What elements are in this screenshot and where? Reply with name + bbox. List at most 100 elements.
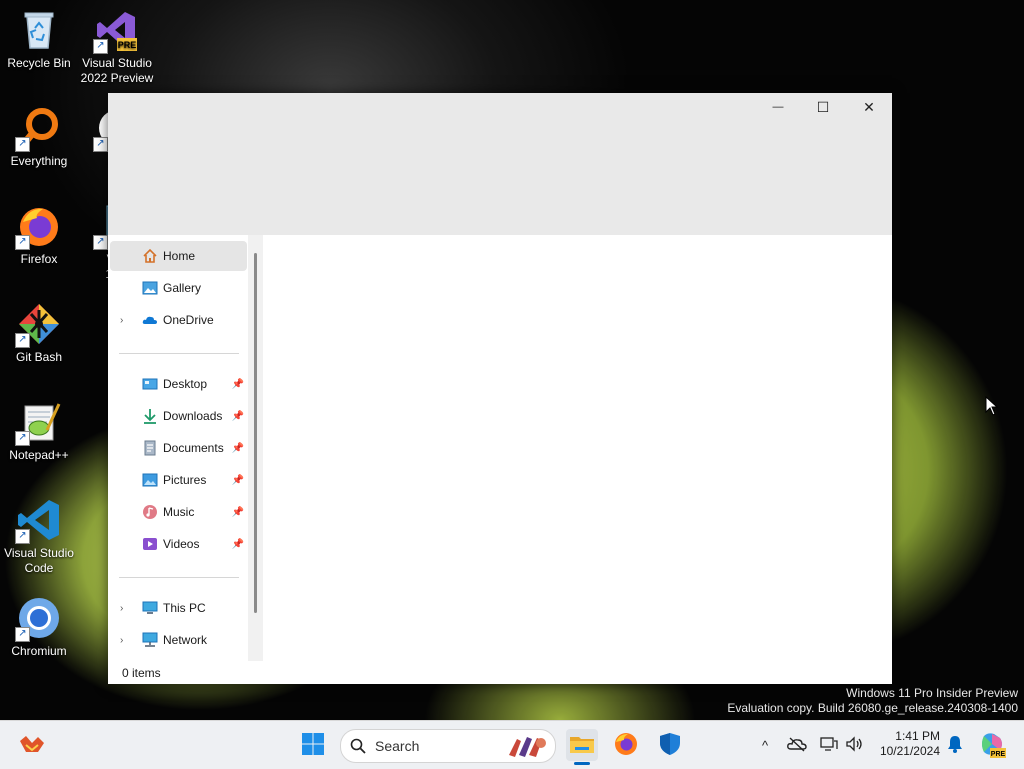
desktop-icon-label-2: 2022 Preview <box>80 71 154 85</box>
shortcut-arrow-icon: ↗ <box>15 529 30 544</box>
vscode-icon: ↗ <box>15 498 61 544</box>
widgets-button[interactable] <box>16 729 48 761</box>
file-list-area[interactable] <box>263 235 892 657</box>
nav-item-label: Videos <box>163 537 200 551</box>
gallery-icon <box>142 280 158 296</box>
navigation-pane: Home Gallery › OneDrive Desktop 📌 Downlo… <box>108 235 263 657</box>
desktop-icon-label: Firefox <box>20 252 58 266</box>
minimize-icon: — <box>772 101 784 113</box>
nav-item-desktop[interactable]: Desktop 📌 <box>110 369 247 399</box>
nav-item-videos[interactable]: Videos 📌 <box>110 529 247 559</box>
chevron-right-icon[interactable]: › <box>120 315 123 326</box>
nav-item-label: Pictures <box>163 473 207 487</box>
taskbar: Search ^ 1:41 PM 10/21/2024 PRE <box>0 720 1024 769</box>
shortcut-arrow-icon: ↗ <box>93 137 108 152</box>
nav-item-this-pc[interactable]: › This PC <box>110 593 247 623</box>
shortcut-arrow-icon: ↗ <box>15 235 30 250</box>
downloads-icon <box>142 408 158 424</box>
desktop-folder-icon <box>142 376 158 392</box>
desktop-icon-firefox[interactable]: ↗ Firefox <box>1 204 77 267</box>
shortcut-arrow-icon: ↗ <box>15 627 30 642</box>
preview-badge: PRE <box>118 40 137 50</box>
videos-icon <box>142 536 158 552</box>
desktop-icon-vscode[interactable]: ↗ Visual Studio Code <box>1 498 77 576</box>
clock-time: 1:41 PM <box>895 729 940 743</box>
clock-date: 10/21/2024 <box>879 744 940 758</box>
desktop-icon-label: Visual Studio <box>82 56 152 70</box>
network-icon <box>142 632 158 648</box>
shortcut-arrow-icon: ↗ <box>93 235 108 250</box>
pin-icon[interactable]: 📌 <box>232 539 244 550</box>
windows-start-icon <box>301 732 325 759</box>
desktop-icon-visual-studio-preview[interactable]: PRE ↗ Visual Studio 2022 Preview <box>79 8 155 86</box>
nav-item-music[interactable]: Music 📌 <box>110 497 247 527</box>
nav-separator <box>119 577 239 578</box>
show-hidden-icons-button[interactable]: ^ <box>752 729 778 761</box>
network-tray-button[interactable] <box>816 729 842 761</box>
pin-icon[interactable]: 📌 <box>232 411 244 422</box>
desktop-icon-everything[interactable]: ↗ Everything <box>1 106 77 169</box>
desktop-icon-git-bash[interactable]: ↗ Git Bash <box>1 302 77 365</box>
bell-icon <box>947 735 963 756</box>
chevron-right-icon[interactable]: › <box>120 603 123 614</box>
file-explorer-window: — ☐ ✕ Home Gallery › OneDrive Desktop 📌 … <box>108 93 892 684</box>
nav-item-onedrive[interactable]: › OneDrive <box>110 305 247 335</box>
active-app-indicator <box>574 762 590 765</box>
onedrive-cloud-icon <box>142 312 158 328</box>
pin-icon[interactable]: 📌 <box>232 443 244 454</box>
volume-tray-button[interactable] <box>842 729 868 761</box>
nav-item-documents[interactable]: Documents 📌 <box>110 433 247 463</box>
copilot-badge: PRE <box>991 751 1006 758</box>
maximize-button[interactable]: ☐ <box>800 93 846 121</box>
desktop-icon-recycle-bin[interactable]: Recycle Bin <box>1 8 77 71</box>
scrollbar-thumb[interactable] <box>254 253 257 613</box>
close-button[interactable]: ✕ <box>846 93 892 121</box>
desktop-icon-chromium[interactable]: ↗ Chromium <box>1 596 77 659</box>
desktop-icon-label: Notepad++ <box>9 448 69 462</box>
nav-item-label: OneDrive <box>163 313 214 327</box>
evaluation-watermark: Windows 11 Pro Insider Preview Evaluatio… <box>727 686 1018 716</box>
home-icon <box>142 248 158 264</box>
desktop-icon-label: Visual Studio <box>4 546 74 560</box>
onedrive-tray-button[interactable] <box>784 729 810 761</box>
visual-studio-preview-icon: PRE ↗ <box>93 8 139 54</box>
search-highlight-icon <box>505 733 549 762</box>
recycle-bin-icon <box>17 8 61 52</box>
item-count: 0 items <box>122 666 161 680</box>
pin-icon[interactable]: 📌 <box>232 379 244 390</box>
navigation-scrollbar[interactable] <box>248 235 263 661</box>
nav-item-label: Documents <box>163 441 224 455</box>
notifications-button[interactable] <box>942 729 968 761</box>
shortcut-arrow-icon: ↗ <box>93 39 108 54</box>
taskbar-search-box[interactable]: Search <box>340 729 556 763</box>
this-pc-icon <box>142 600 158 616</box>
file-explorer-folder-icon <box>569 733 595 758</box>
everything-search-icon: ↗ <box>15 106 61 152</box>
nav-item-label: Desktop <box>163 377 208 391</box>
taskbar-windows-security[interactable] <box>654 729 686 761</box>
nav-item-home[interactable]: Home <box>110 241 247 271</box>
desktop-icon-label: Git Bash <box>15 350 63 364</box>
desktop-icon-label-2: Code <box>24 561 54 575</box>
nav-item-gallery[interactable]: Gallery <box>110 273 247 303</box>
nav-item-pictures[interactable]: Pictures 📌 <box>110 465 247 495</box>
watermark-line-1: Windows 11 Pro Insider Preview <box>846 686 1018 700</box>
chevron-up-icon: ^ <box>761 737 769 753</box>
start-button[interactable] <box>297 729 329 761</box>
desktop-icon-notepad-plus-plus[interactable]: ↗ Notepad++ <box>1 400 77 463</box>
pin-icon[interactable]: 📌 <box>232 475 244 486</box>
taskbar-file-explorer[interactable] <box>566 729 598 765</box>
chromium-icon: ↗ <box>15 596 61 642</box>
nav-item-network[interactable]: › Network <box>110 625 247 655</box>
minimize-button[interactable]: — <box>755 93 801 121</box>
taskbar-firefox[interactable] <box>610 729 642 761</box>
documents-icon <box>142 440 158 456</box>
copilot-button[interactable]: PRE <box>976 729 1008 761</box>
taskbar-clock[interactable]: 1:41 PM 10/21/2024 <box>872 729 940 759</box>
desktop-icon-label: Chromium <box>11 644 67 658</box>
chevron-right-icon[interactable]: › <box>120 635 123 646</box>
pin-icon[interactable]: 📌 <box>232 507 244 518</box>
search-icon <box>350 738 366 757</box>
search-placeholder: Search <box>375 738 420 754</box>
nav-item-downloads[interactable]: Downloads 📌 <box>110 401 247 431</box>
